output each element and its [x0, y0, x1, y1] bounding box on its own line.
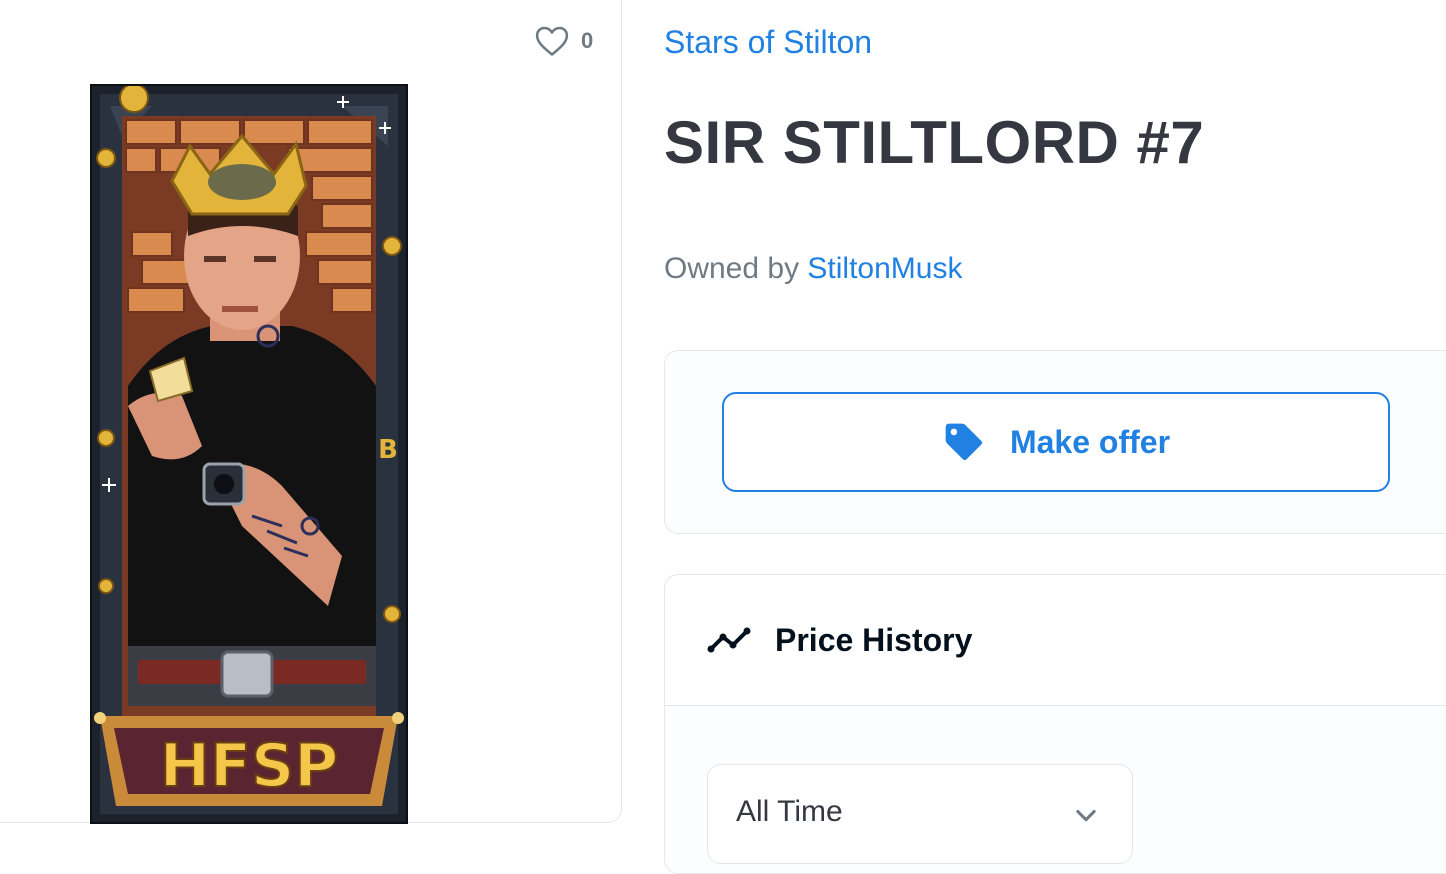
offer-card: Make offer [664, 350, 1446, 534]
chevron-down-icon [1076, 809, 1096, 822]
owner-link[interactable]: StiltonMusk [807, 252, 962, 285]
nft-artwork[interactable]: B HFSP [90, 84, 408, 824]
price-history-title: Price History [775, 621, 973, 658]
price-history-body: All Time [665, 706, 1446, 873]
coin-letter: B [378, 435, 398, 465]
favorite-count: 0 [581, 28, 594, 53]
owner-prefix: Owned by [664, 252, 800, 285]
item-title: SIR STILTLORD #7 [664, 109, 1205, 176]
collection-link[interactable]: Stars of Stilton [664, 24, 872, 61]
price-history-panel: Price History All Time [664, 574, 1446, 874]
time-range-value: All Time [736, 795, 843, 828]
owner-line: Owned by StiltonMusk [664, 252, 962, 286]
heart-icon [535, 26, 569, 56]
price-history-header[interactable]: Price History [665, 575, 1446, 706]
make-offer-label: Make offer [1009, 423, 1171, 460]
make-offer-button[interactable]: Make offer [722, 392, 1390, 492]
time-range-select[interactable]: All Time [707, 764, 1133, 864]
artwork-banner-text: HFSP [160, 731, 338, 801]
tag-icon [945, 423, 983, 461]
trend-line-icon [707, 627, 751, 653]
favorite-button[interactable]: 0 [535, 25, 593, 57]
